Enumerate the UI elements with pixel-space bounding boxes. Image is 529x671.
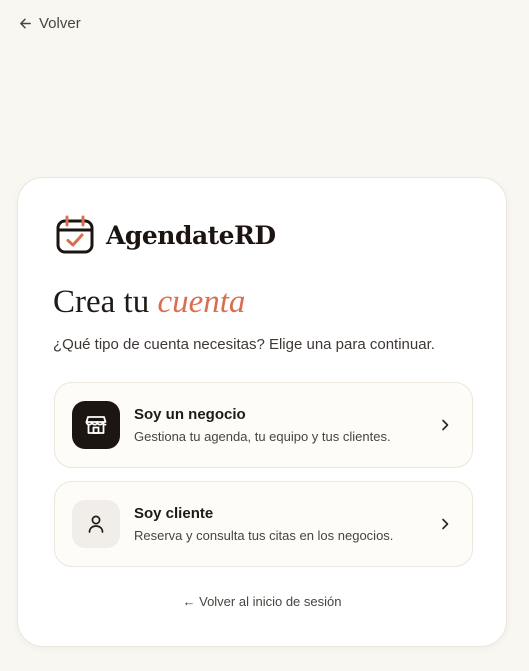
brand-name: AgendateRD [106, 220, 276, 250]
chevron-right-icon [442, 419, 449, 431]
page-title-main: Crea tu [53, 284, 150, 320]
client-icon-tile [72, 500, 120, 548]
business-option-description: Gestiona tu agenda, tu equipo y tus clie… [134, 429, 391, 444]
chevron-right-icon [442, 518, 449, 530]
store-icon [85, 416, 107, 434]
page-title-accent: cuenta [157, 284, 246, 320]
user-icon [88, 515, 104, 533]
brand: AgendateRD [55, 215, 276, 255]
client-option-text: Soy cliente Reserva y consulta tus citas… [134, 505, 438, 543]
client-option-description: Reserva y consulta tus citas en los nego… [134, 528, 394, 543]
signup-card: AgendateRD Crea tu cuenta ¿Qué tipo de c… [17, 177, 507, 647]
page-subtitle: ¿Qué tipo de cuenta necesitas? Elige una… [53, 336, 435, 353]
back-link-label: Volver [39, 15, 81, 32]
calendar-check-icon [56, 215, 94, 254]
back-link[interactable]: Volver [18, 15, 81, 32]
business-option-title: Soy un negocio [134, 406, 246, 423]
client-option-title: Soy cliente [134, 505, 214, 522]
business-option-text: Soy un negocio Gestiona tu agenda, tu eq… [134, 406, 438, 444]
business-icon-tile [72, 401, 120, 449]
back-to-login-link[interactable]: ← Volver al inicio de sesión [18, 594, 506, 609]
arrow-left-icon [20, 18, 31, 29]
client-account-option[interactable]: Soy cliente Reserva y consulta tus citas… [54, 481, 473, 567]
business-account-option[interactable]: Soy un negocio Gestiona tu agenda, tu eq… [54, 382, 473, 468]
page-title: Crea tu cuenta [53, 284, 245, 321]
